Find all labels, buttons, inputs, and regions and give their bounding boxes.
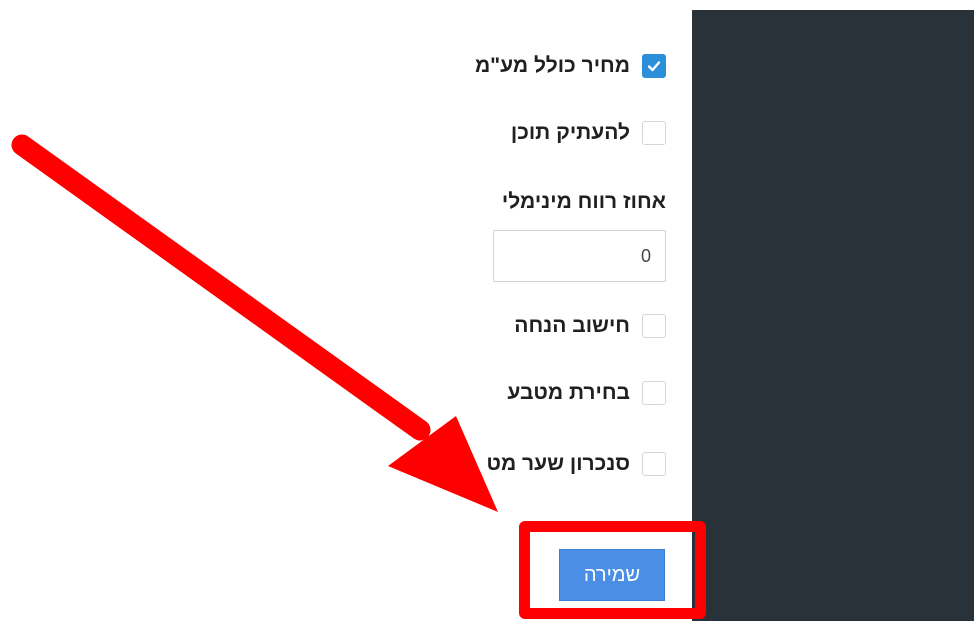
rate-sync-label: סנכרון שער מט [486, 452, 630, 475]
rate-sync-row[interactable]: סנכרון שער מט [487, 449, 666, 479]
currency-select-row[interactable]: בחירת מטבע [507, 378, 666, 408]
checkmark-icon [647, 61, 661, 72]
discount-calc-checkbox[interactable] [642, 314, 666, 338]
vat-included-label: מחיר כולל מע"מ [474, 54, 630, 77]
copy-content-row[interactable]: להעתיק תוכן [511, 118, 666, 148]
save-button[interactable]: שמירה [559, 549, 665, 601]
copy-content-checkbox[interactable] [642, 121, 666, 145]
discount-calc-label: חישוב הנחה [514, 314, 630, 337]
currency-select-label: בחירת מטבע [507, 381, 630, 404]
currency-select-checkbox[interactable] [642, 381, 666, 405]
rate-sync-checkbox[interactable] [642, 452, 666, 476]
page: מחיר כולל מע"מ להעתיק תוכן אחוז רווח מינ… [0, 0, 974, 621]
min-profit-label: אחוז רווח מינימלי [501, 190, 666, 213]
copy-content-label: להעתיק תוכן [510, 121, 630, 144]
min-profit-input[interactable] [493, 230, 666, 282]
vat-included-row[interactable]: מחיר כולל מע"מ [475, 51, 666, 81]
dark-side-panel [692, 10, 974, 621]
vat-included-checkbox[interactable] [642, 54, 666, 78]
discount-calc-row[interactable]: חישוב הנחה [514, 311, 666, 341]
